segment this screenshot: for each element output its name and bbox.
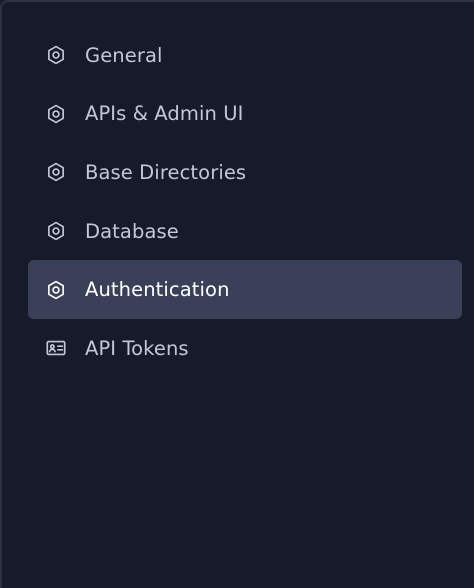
sidebar-item-apis-admin-ui[interactable]: APIs & Admin UI bbox=[28, 85, 462, 144]
sidebar-item-authentication[interactable]: Authentication bbox=[28, 260, 462, 319]
sidebar-item-database[interactable]: Database bbox=[28, 202, 462, 261]
sidebar-item-label: API Tokens bbox=[85, 336, 189, 360]
gear-icon bbox=[44, 219, 68, 243]
settings-nav: General APIs & Admin UI Base Directories… bbox=[28, 26, 462, 378]
id-card-icon bbox=[44, 336, 68, 360]
gear-icon bbox=[44, 43, 68, 67]
gear-icon bbox=[44, 102, 68, 126]
sidebar-item-label: General bbox=[85, 43, 163, 67]
gear-icon bbox=[44, 278, 68, 302]
sidebar-item-base-directories[interactable]: Base Directories bbox=[28, 143, 462, 202]
sidebar-item-label: Database bbox=[85, 219, 179, 243]
gear-icon bbox=[44, 160, 68, 184]
sidebar-item-general[interactable]: General bbox=[28, 26, 462, 85]
settings-sidebar: General APIs & Admin UI Base Directories… bbox=[0, 0, 474, 588]
sidebar-item-label: Base Directories bbox=[85, 160, 247, 184]
sidebar-item-label: APIs & Admin UI bbox=[85, 102, 244, 126]
sidebar-item-api-tokens[interactable]: API Tokens bbox=[28, 319, 462, 378]
sidebar-item-label: Authentication bbox=[85, 278, 230, 302]
